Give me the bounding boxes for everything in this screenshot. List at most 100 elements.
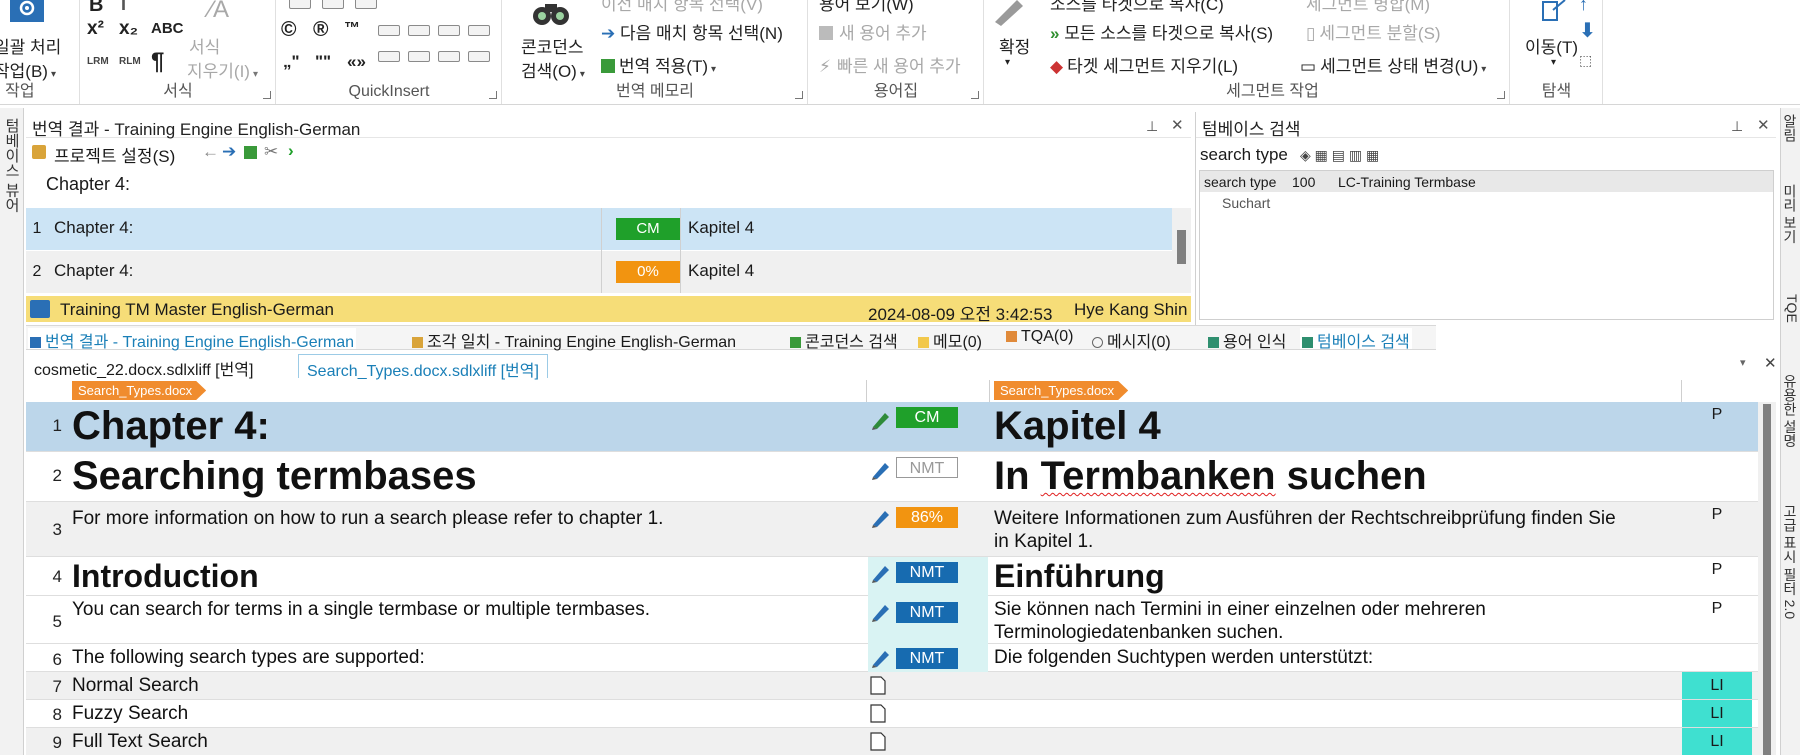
copy-all-sources-item[interactable]: » 모든 소스를 타겟으로 복사(S) [1050, 19, 1273, 44]
registered-button[interactable]: ® [313, 18, 328, 42]
segment-row[interactable]: 8 Fuzzy Search LI [26, 700, 1761, 728]
segment-target[interactable]: Sie können nach Termini in einer einzeln… [992, 598, 1707, 644]
smallcaps-button[interactable]: ABC [151, 20, 184, 37]
tab-fragment-matches[interactable]: 조각 일치 - Training Engine English-German [410, 328, 738, 351]
tab-concordance[interactable]: 콘코던스 검색 [788, 328, 900, 351]
quickinsert-tag-icon[interactable] [468, 51, 490, 62]
termbase-viewer-tab[interactable]: 텀베이스 뷰어 [2, 118, 22, 248]
close-document-icon[interactable]: ✕ [1764, 354, 1777, 372]
trademark-button[interactable]: ™ [344, 20, 360, 38]
translation-result-row[interactable]: 2 Chapter 4: 0% Kapitel 4 [26, 251, 1174, 293]
change-status-item[interactable]: ▭ 세그먼트 상태 변경(U) ▾ [1300, 52, 1486, 77]
terms-launcher-icon[interactable] [971, 91, 979, 99]
bold-button[interactable]: B [89, 0, 103, 17]
segment-launcher-icon[interactable] [1497, 91, 1505, 99]
tab-list-dropdown-icon[interactable]: ▾ [1740, 356, 1746, 369]
quickinsert-launcher-icon[interactable] [489, 91, 497, 99]
preview-tab[interactable]: 미리 보기 [1782, 184, 1800, 244]
segment-target[interactable]: Weitere Informationen zum Ausführen der … [992, 507, 1707, 553]
apply-translation-item[interactable]: 번역 적용(T) ▾ [601, 52, 716, 77]
segment-row[interactable]: 6 The following search types are support… [26, 644, 1761, 672]
move-icon[interactable] [1541, 0, 1567, 24]
rtl-icon[interactable]: RLM [119, 56, 141, 67]
advanced-display-filter-tab[interactable]: 고급 표시 필터 2.0 [1782, 504, 1800, 619]
quickinsert-tag-icon[interactable] [378, 25, 400, 36]
project-settings-button[interactable]: 프로젝트 설정(S) [54, 142, 175, 167]
low-quote-button[interactable]: „" [283, 52, 300, 72]
select-frame-icon[interactable]: ⬚ [1579, 52, 1592, 69]
copyright-button[interactable]: © [281, 18, 296, 42]
quickinsert-tag-icon[interactable] [468, 25, 490, 36]
translation-result-row[interactable]: 1 Chapter 4: CM Kapitel 4 [26, 208, 1174, 250]
segment-row[interactable]: 3 For more information on how to run a s… [26, 502, 1761, 557]
segment-target[interactable]: In Termbanken suchen [992, 454, 1707, 499]
batch-line1[interactable]: 일괄 처리 [0, 33, 61, 58]
arrow-right-icon[interactable]: ➔ [222, 142, 236, 162]
segment-target[interactable]: Kapitel 4 [992, 404, 1707, 449]
italic-icon[interactable]: I [121, 0, 126, 15]
quickinsert-tag-icon[interactable] [355, 0, 377, 9]
pin-icon[interactable]: ⊥ [1731, 118, 1743, 135]
binoculars-icon[interactable] [531, 0, 571, 28]
quickinsert-tag-icon[interactable] [408, 51, 430, 62]
tab-tqa[interactable]: TQA(0) [1004, 328, 1075, 349]
segment-target[interactable]: Die folgenden Suchtypen werden unterstüt… [992, 646, 1707, 669]
tab-messages[interactable]: 메시지(0) [1090, 328, 1173, 351]
move-dropdown-icon[interactable]: ▾ [1551, 57, 1556, 68]
results-scrollbar[interactable] [1172, 208, 1191, 293]
confirm-label[interactable]: 확정 [999, 33, 1030, 58]
pilcrow-button[interactable]: ¶ [151, 48, 164, 76]
scrollbar-thumb[interactable] [1177, 230, 1186, 264]
quickinsert-tag-icon[interactable] [438, 25, 460, 36]
segment-target[interactable]: Einführung [992, 558, 1707, 595]
tm-launcher-icon[interactable] [795, 91, 803, 99]
segment-row[interactable]: 7 Normal Search LI [26, 672, 1761, 700]
next-match-item[interactable]: ➔ 다음 매치 항목 선택(N) [601, 19, 783, 44]
ltr-icon[interactable]: LRM [87, 56, 109, 67]
quickinsert-tag-icon[interactable] [378, 51, 400, 62]
quickinsert-tag-icon[interactable] [289, 0, 311, 9]
move-label[interactable]: 이동(T) [1525, 33, 1578, 58]
quickinsert-tag-icon[interactable] [438, 51, 460, 62]
tools-icon[interactable]: ✂ [264, 142, 278, 162]
notifications-tab[interactable]: 알림 [1782, 114, 1800, 142]
apply-icon[interactable] [244, 146, 257, 159]
view-terms-item[interactable]: 용어 보기(W) [819, 0, 914, 15]
scrollbar-thumb[interactable] [1763, 404, 1771, 755]
quickinsert-tag-icon[interactable] [322, 0, 344, 9]
arrow-left-icon[interactable]: ← [202, 142, 219, 162]
tab-termbase-search[interactable]: 텀베이스 검색 [1300, 328, 1412, 351]
doc-tab-search-types[interactable]: Search_Types.docx.sdlxliff [번역] [298, 354, 548, 380]
termbase-search-input[interactable]: search type [1200, 145, 1300, 167]
useful-descriptions-tab[interactable]: 유용한 설명 [1782, 374, 1800, 448]
guillemets-button[interactable]: «» [347, 52, 366, 72]
clear-target-item[interactable]: ◆ 타겟 세그먼트 지우기(L) [1050, 52, 1238, 77]
pin-icon[interactable]: ⊥ [1146, 118, 1158, 135]
format-launcher-icon[interactable] [263, 91, 271, 99]
arrow-up-icon[interactable]: ↑ [1579, 0, 1588, 15]
chevron-right-icon[interactable]: › [288, 141, 294, 161]
segment-row[interactable]: 5 You can search for terms in a single t… [26, 596, 1761, 644]
doc-tab-cosmetic[interactable]: cosmetic_22.docx.sdlxliff [번역] [26, 354, 261, 379]
segment-row[interactable]: 4 Introduction NMT Einführung P [26, 557, 1761, 596]
tab-term-recognition[interactable]: 용어 인식 [1206, 328, 1288, 351]
arrow-down-icon[interactable]: ⬇ [1579, 18, 1596, 43]
editor-scrollbar[interactable] [1758, 402, 1776, 755]
copy-source-item[interactable]: 소스를 타겟으로 복사(C) [1050, 0, 1224, 15]
superscript-button[interactable]: x² [87, 18, 104, 40]
termbase-result-row[interactable]: search type 100 LC-Training Termbase [1200, 171, 1773, 192]
concordance-line1[interactable]: 콘코던스 [521, 33, 584, 58]
tab-comments[interactable]: 메모(0) [916, 328, 984, 351]
tqe-tab[interactable]: TQE [1782, 294, 1800, 323]
quickinsert-tag-icon[interactable] [408, 25, 430, 36]
close-icon[interactable]: ✕ [1757, 116, 1770, 134]
segment-row[interactable]: 1 Chapter 4: CM Kapitel 4 P [26, 402, 1761, 452]
gear-icon[interactable] [10, 0, 44, 22]
tab-translation-results[interactable]: 번역 결과 - Training Engine English-German [28, 328, 357, 351]
segment-row[interactable]: 2 Searching termbases NMT In Termbanken … [26, 452, 1761, 502]
confirm-dropdown-icon[interactable]: ▾ [1005, 57, 1010, 68]
high-quote-button[interactable]: "" [315, 52, 331, 72]
search-toolbar-icons[interactable]: ◈ ▦ ▤ ▥ ▦ [1300, 147, 1379, 164]
close-icon[interactable]: ✕ [1171, 116, 1184, 134]
segment-row[interactable]: 9 Full Text Search LI [26, 728, 1761, 755]
